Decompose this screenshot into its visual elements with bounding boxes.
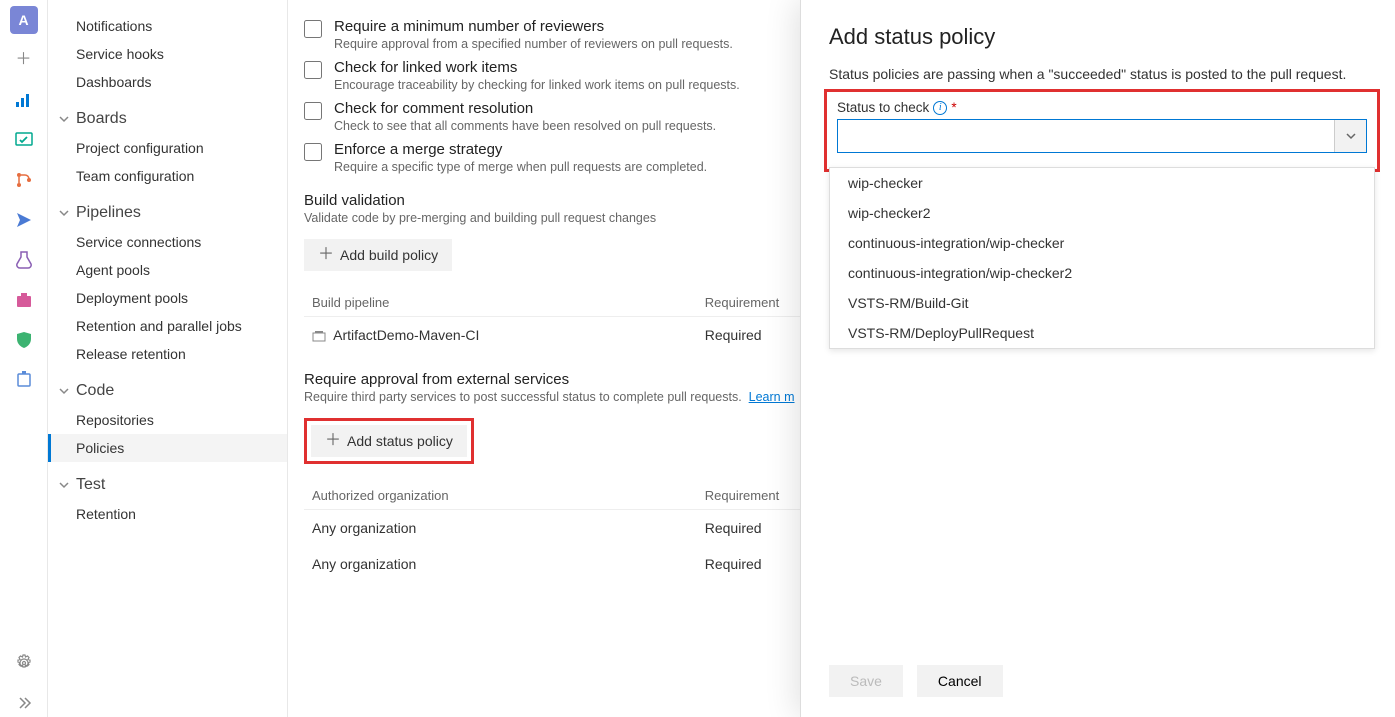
info-icon[interactable]: i [933, 101, 947, 115]
nav-item-test-retention[interactable]: Retention [48, 500, 287, 528]
policy-desc: Require approval from a specified number… [334, 37, 733, 51]
status-option[interactable]: wip-checker [830, 168, 1374, 198]
panel-actions: Save Cancel [829, 649, 1375, 697]
cancel-button[interactable]: Cancel [917, 665, 1003, 697]
chevron-down-icon [58, 113, 70, 125]
status-combo [837, 119, 1367, 153]
th-org: Authorized organization [304, 482, 697, 510]
status-option[interactable]: VSTS-RM/Build-Git [830, 288, 1374, 318]
nav-item-agent-pools[interactable]: Agent pools [48, 256, 287, 284]
nav-item-policies[interactable]: Policies [48, 434, 287, 462]
plus-icon: ＋ [325, 433, 341, 449]
testplans-icon[interactable] [10, 246, 38, 274]
policy-desc: Require a specific type of merge when pu… [334, 160, 707, 174]
nav-item-release-retention[interactable]: Release retention [48, 340, 287, 368]
pipeline-icon [312, 329, 326, 343]
panel-desc: Status policies are passing when a "succ… [829, 66, 1375, 82]
plus-icon: ＋ [318, 247, 334, 263]
status-option[interactable]: continuous-integration/wip-checker2 [830, 258, 1374, 288]
policy-title: Require a minimum number of reviewers [334, 18, 733, 35]
checkbox-min-reviewers[interactable] [304, 20, 322, 38]
expand-icon[interactable] [10, 689, 38, 717]
nav-item-servicehooks[interactable]: Service hooks [48, 40, 287, 68]
pipelines-icon[interactable] [10, 206, 38, 234]
policy-title: Check for linked work items [334, 59, 740, 76]
cell-pipeline: ArtifactDemo-Maven-CI [333, 327, 479, 343]
nav-group-code[interactable]: Code [48, 368, 287, 406]
nav-item-deploy-pools[interactable]: Deployment pools [48, 284, 287, 312]
policy-title: Check for comment resolution [334, 100, 716, 117]
status-option[interactable]: continuous-integration/wip-checker [830, 228, 1374, 258]
required-marker: * [951, 100, 956, 115]
repos-icon[interactable] [10, 166, 38, 194]
nav-item-notifications[interactable]: Notifications [48, 12, 287, 40]
nav-item-retention[interactable]: Retention and parallel jobs [48, 312, 287, 340]
chevron-down-icon [1345, 130, 1357, 142]
avatar[interactable]: A [10, 6, 38, 34]
chevron-down-icon [58, 479, 70, 491]
nav-item-team-config[interactable]: Team configuration [48, 162, 287, 190]
chevron-down-icon [58, 207, 70, 219]
status-dropdown: wip-checker wip-checker2 continuous-inte… [829, 167, 1375, 349]
chevron-down-icon [58, 385, 70, 397]
panel-title: Add status policy [829, 24, 1375, 50]
nav-item-repositories[interactable]: Repositories [48, 406, 287, 434]
policy-title: Enforce a merge strategy [334, 141, 707, 158]
checkbox-comment-res[interactable] [304, 102, 322, 120]
status-to-check-field: Status to check i * [837, 100, 1367, 153]
extension-icon[interactable] [10, 366, 38, 394]
status-option[interactable]: wip-checker2 [830, 198, 1374, 228]
save-button[interactable]: Save [829, 665, 903, 697]
field-label: Status to check i * [837, 100, 1367, 115]
settings-nav: Notifications Service hooks Dashboards B… [48, 0, 288, 717]
add-status-panel: Add status policy Status policies are pa… [800, 0, 1395, 717]
boards-icon[interactable] [10, 126, 38, 154]
nav-group-pipelines[interactable]: Pipelines [48, 190, 287, 228]
app-root: A ＋ Notifications Service hooks Dashboar… [0, 0, 1395, 717]
learn-more-link[interactable]: Learn m [749, 390, 795, 404]
status-combo-dropdown-button[interactable] [1334, 120, 1366, 152]
checkbox-merge-strategy[interactable] [304, 143, 322, 161]
policy-desc: Encourage traceability by checking for l… [334, 78, 740, 92]
settings-icon[interactable] [10, 649, 38, 677]
shield-icon[interactable] [10, 326, 38, 354]
nav-item-service-conn[interactable]: Service connections [48, 228, 287, 256]
add-status-policy-button[interactable]: ＋ Add status policy [311, 425, 467, 457]
cell-org: Any organization [304, 510, 697, 547]
left-iconrail: A ＋ [0, 0, 48, 717]
nav-group-test[interactable]: Test [48, 462, 287, 500]
nav-item-project-config[interactable]: Project configuration [48, 134, 287, 162]
status-option[interactable]: VSTS-RM/DeployPullRequest [830, 318, 1374, 348]
artifacts-icon[interactable] [10, 286, 38, 314]
checkbox-linked-items[interactable] [304, 61, 322, 79]
status-field-highlight: Status to check i * [829, 94, 1375, 167]
nav-group-boards[interactable]: Boards [48, 96, 287, 134]
cell-org: Any organization [304, 546, 697, 582]
add-icon[interactable]: ＋ [10, 46, 38, 74]
status-combo-input[interactable] [837, 119, 1367, 153]
th-pipeline: Build pipeline [304, 289, 697, 317]
policy-desc: Check to see that all comments have been… [334, 119, 716, 133]
add-build-policy-button[interactable]: ＋ Add build policy [304, 239, 452, 271]
overview-icon[interactable] [10, 86, 38, 114]
nav-item-dashboards[interactable]: Dashboards [48, 68, 287, 96]
